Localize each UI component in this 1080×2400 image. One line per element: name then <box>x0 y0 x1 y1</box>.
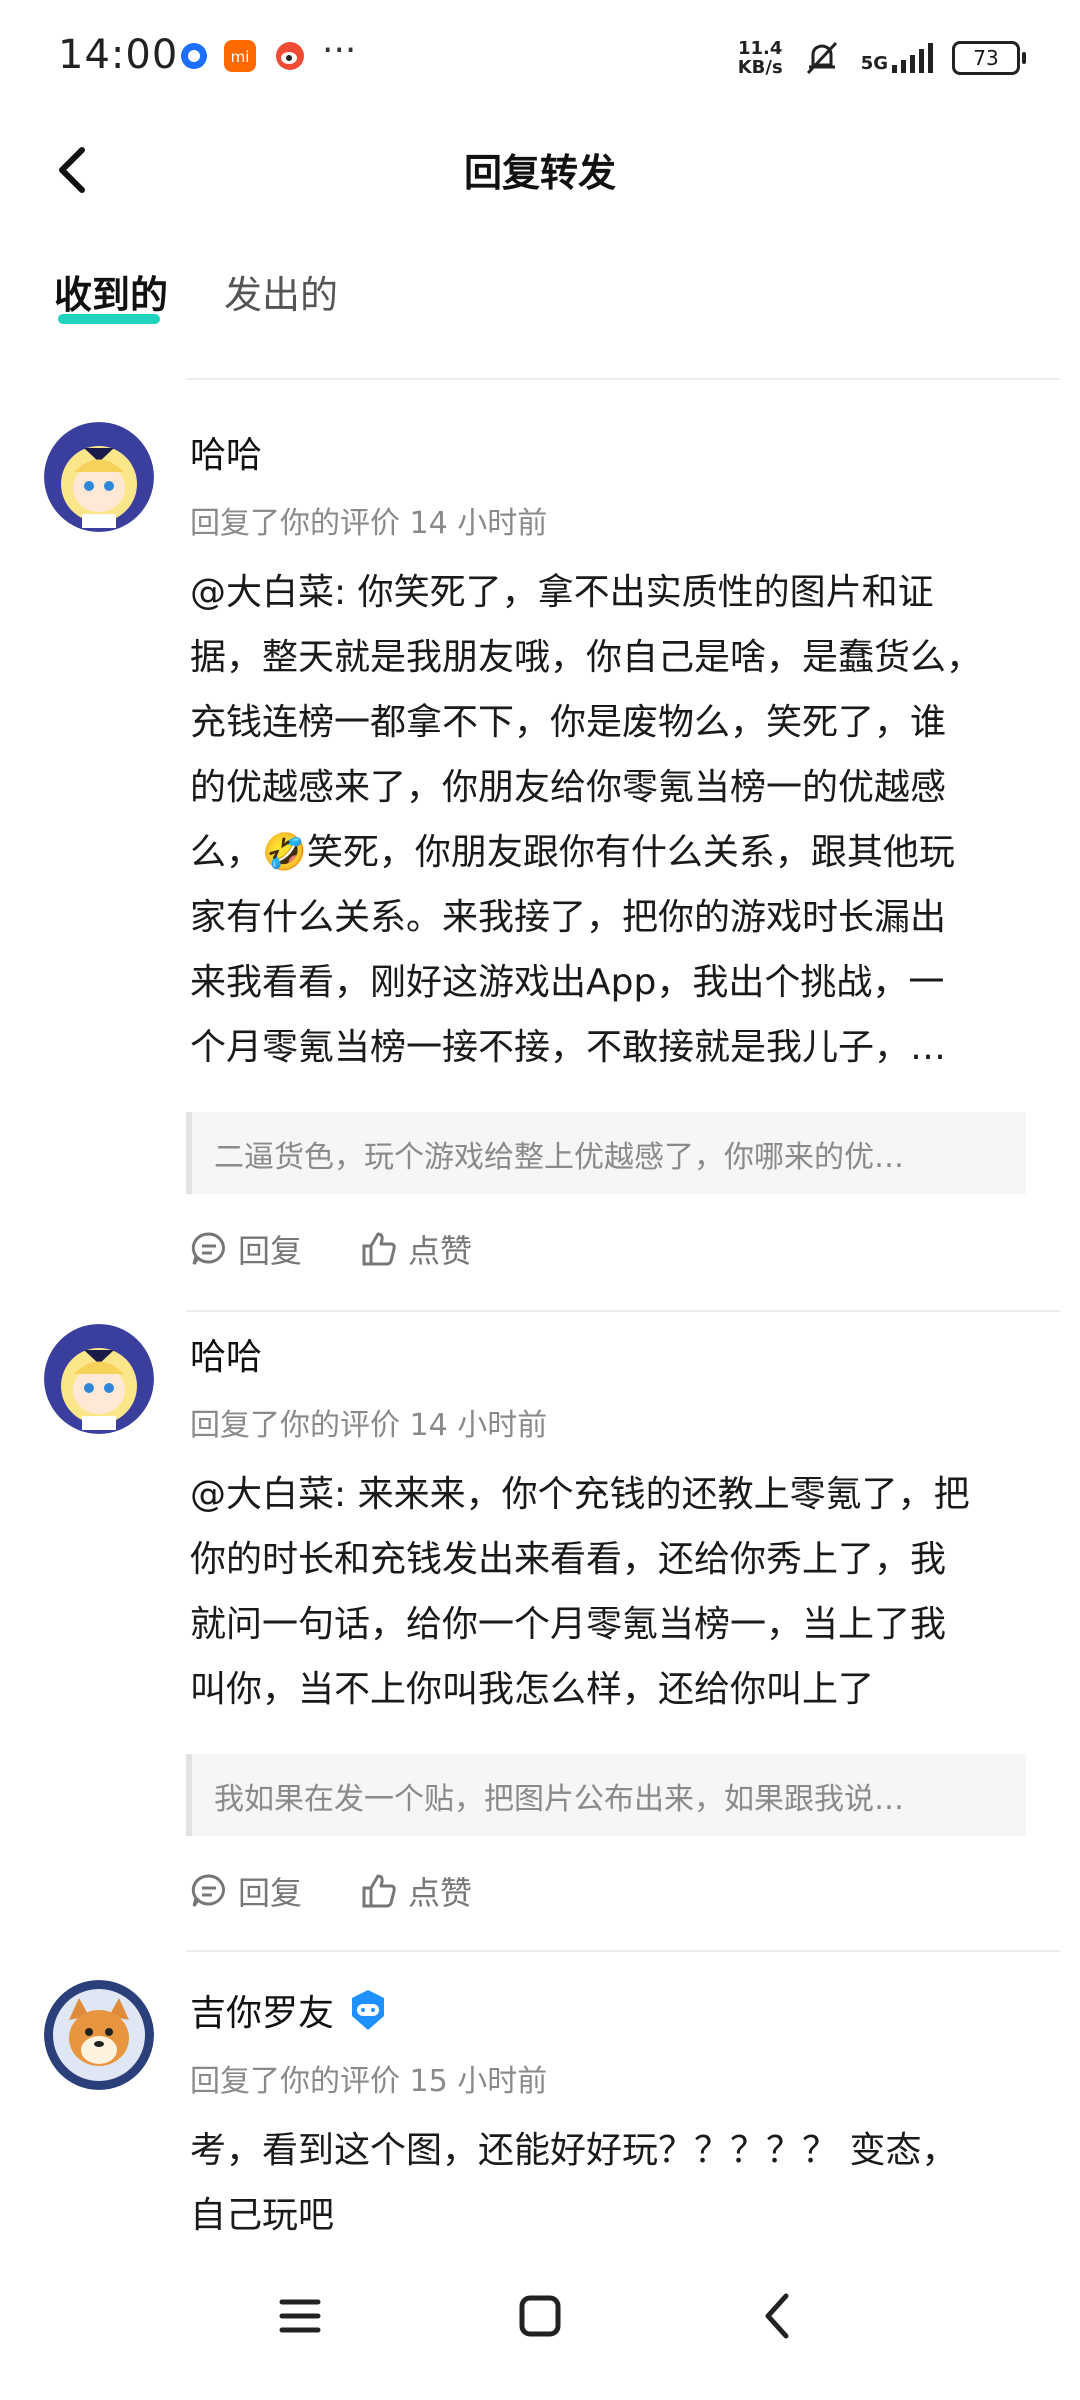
status-bar: 14:00 mi ··· 11.4 KB/s 5G 73 <box>0 0 1080 120</box>
status-right: 11.4 KB/s 5G 73 <box>738 30 1026 86</box>
system-navigation-bar <box>0 2240 1080 2400</box>
weibo-notification-icon <box>274 40 306 72</box>
app-notification-icon <box>178 40 210 72</box>
comment-line: 据，整天就是我朋友哦，你自己是啥，是蠢货么， <box>190 637 983 678</box>
system-back-button[interactable] <box>740 2276 820 2356</box>
comment-text[interactable]: @大白菜: 你笑死了，拿不出实质性的图片和证 据，整天就是我朋友哦，你自己是啥，… <box>190 560 1020 1080</box>
comment-line: 叫你，当不上你叫我怎么样，还给你叫上了 <box>190 1669 875 1710</box>
mi-notification-icon: mi <box>224 40 256 72</box>
tab-sent[interactable]: 发出的 <box>224 264 338 319</box>
more-notifications-icon: ··· <box>322 30 357 71</box>
comment-line: 就问一句话，给你一个月零氪当榜一，当上了我 <box>190 1604 947 1645</box>
verified-gamepad-icon <box>352 1990 385 2030</box>
home-button[interactable] <box>500 2276 580 2356</box>
username[interactable]: 哈哈 <box>190 1328 262 1380</box>
avatar[interactable] <box>44 1980 154 2090</box>
comment-line: 考，看到这个图，还能好好玩？？？？？ 变态， <box>190 2130 958 2171</box>
comment-line: 自己玩吧 <box>190 2195 335 2236</box>
page-title: 回复转发 <box>463 151 616 195</box>
comment-bubble-icon <box>191 1232 225 1265</box>
menu-icon <box>279 2299 321 2333</box>
network-type: 5G <box>860 53 888 74</box>
thumbs-up-icon <box>362 1874 396 1908</box>
comment-line: 你的时长和充钱发出来看看，还给你秀上了，我 <box>190 1539 947 1580</box>
divider <box>186 378 1060 380</box>
comment-line: 家有什么关系。来我接了，把你的游戏时长漏出 <box>190 897 947 938</box>
battery-icon: 73 <box>952 41 1026 75</box>
username[interactable]: 哈哈 <box>190 426 262 478</box>
svg-text:mi: mi <box>231 48 250 66</box>
speed-value: 11.4 <box>737 38 783 59</box>
comment-meta: 回复了你的评价 15 小时前 <box>190 2064 548 2099</box>
like-label: 点赞 <box>408 1232 473 1270</box>
like-label: 点赞 <box>408 1874 473 1912</box>
status-time: 14:00 <box>58 32 179 78</box>
menu-button[interactable] <box>260 2276 340 2356</box>
divider <box>186 1950 1060 1952</box>
tab-received[interactable]: 收到的 <box>54 264 168 319</box>
quoted-comment[interactable]: 二逼货色，玩个游戏给整上优越感了，你哪来的优… <box>186 1112 1026 1194</box>
reply-button[interactable]: 回复 <box>190 1868 302 1914</box>
comment-meta: 回复了你的评价 14 小时前 <box>190 506 548 541</box>
comment-line: 充钱连榜一都拿不下，你是废物么，笑死了，谁 <box>190 702 947 743</box>
comment-line: @大白菜: 来来来，你个充钱的还教上零氪了，把 <box>190 1474 970 1515</box>
battery-level: 73 <box>973 46 999 70</box>
divider <box>186 1310 1060 1312</box>
cellular-signal-icon: 5G <box>861 43 934 73</box>
thumbs-up-icon <box>362 1232 396 1266</box>
comment-meta: 回复了你的评价 14 小时前 <box>190 1408 548 1443</box>
comment-line: 来我看看，刚好这游戏出App，我出个挑战，一 <box>190 962 945 1003</box>
comment-line: 个月零氪当榜一接不接，不敢接就是我儿子，… <box>190 1027 947 1068</box>
comment-line: 的优越感来了，你朋友给你零氪当榜一的优越感 <box>190 767 947 808</box>
like-button[interactable]: 点赞 <box>360 1868 472 1914</box>
tab-bar: 收到的 发出的 <box>0 250 1080 340</box>
username-text: 吉你罗友 <box>190 1993 335 2034</box>
app-header: 回复转发 <box>0 120 1080 220</box>
like-button[interactable]: 点赞 <box>360 1226 472 1272</box>
back-arrow-icon <box>765 2293 789 2339</box>
reply-button[interactable]: 回复 <box>190 1226 302 1272</box>
comment-line: 么，🤣笑死，你朋友跟你有什么关系，跟其他玩 <box>190 832 955 873</box>
reply-label: 回复 <box>238 1232 303 1270</box>
avatar[interactable] <box>44 1324 154 1434</box>
comment-text[interactable]: 考，看到这个图，还能好好玩？？？？？ 变态， 自己玩吧 <box>190 2118 1020 2248</box>
reply-label: 回复 <box>238 1874 303 1912</box>
comment-bubble-icon <box>191 1874 225 1907</box>
network-speed: 11.4 KB/s <box>738 39 783 77</box>
comment-line: @大白菜: 你笑死了，拿不出实质性的图片和证 <box>190 572 934 613</box>
speed-unit: KB/s <box>737 57 783 78</box>
quoted-text: 我如果在发一个贴，把图片公布出来，如果跟我说… <box>214 1782 904 1817</box>
username[interactable]: 吉你罗友 <box>190 1984 390 2036</box>
comment-text[interactable]: @大白菜: 来来来，你个充钱的还教上零氪了，把 你的时长和充钱发出来看看，还给你… <box>190 1462 1020 1722</box>
quoted-comment[interactable]: 我如果在发一个贴，把图片公布出来，如果跟我说… <box>186 1754 1026 1836</box>
avatar[interactable] <box>44 422 154 532</box>
quoted-text: 二逼货色，玩个游戏给整上优越感了，你哪来的优… <box>214 1140 904 1175</box>
home-square-icon <box>519 2295 561 2337</box>
mute-icon <box>806 41 837 75</box>
